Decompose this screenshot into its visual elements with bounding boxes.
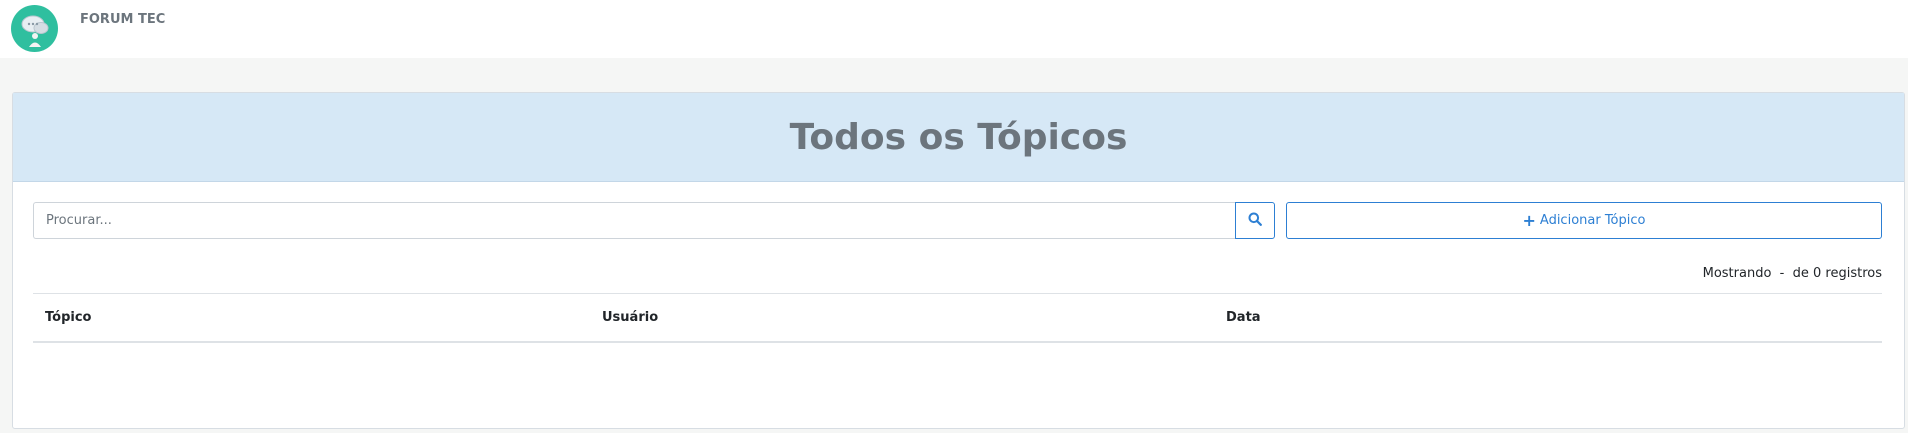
search-group bbox=[33, 202, 1275, 239]
brand-title[interactable]: FORUM TEC bbox=[80, 12, 165, 27]
search-button[interactable] bbox=[1235, 202, 1275, 239]
records-count: Mostrando - de 0 registros bbox=[1703, 266, 1882, 281]
card-header: Todos os Tópicos bbox=[13, 93, 1904, 182]
topics-card: Todos os Tópicos + Adicionar Tópico Most… bbox=[12, 92, 1905, 429]
search-icon bbox=[1248, 212, 1262, 229]
topics-table: Tópico Usuário Data bbox=[33, 293, 1882, 343]
add-topic-button[interactable]: + Adicionar Tópico bbox=[1286, 202, 1882, 239]
column-header-data[interactable]: Data bbox=[1226, 310, 1261, 325]
plus-icon: + bbox=[1522, 210, 1536, 230]
navbar: FORUM TEC bbox=[0, 0, 1908, 58]
records-text: Mostrando - de 0 registros bbox=[1702, 266, 1882, 281]
column-header-usuario[interactable]: Usuário bbox=[602, 310, 658, 325]
page-title: Todos os Tópicos bbox=[789, 116, 1128, 158]
search-input[interactable] bbox=[33, 202, 1235, 239]
column-header-topico[interactable]: Tópico bbox=[45, 310, 91, 325]
chat-bubbles-logo-icon[interactable] bbox=[11, 5, 58, 52]
table-header: Tópico Usuário Data bbox=[33, 294, 1882, 343]
add-topic-label: Adicionar Tópico bbox=[1539, 213, 1646, 228]
